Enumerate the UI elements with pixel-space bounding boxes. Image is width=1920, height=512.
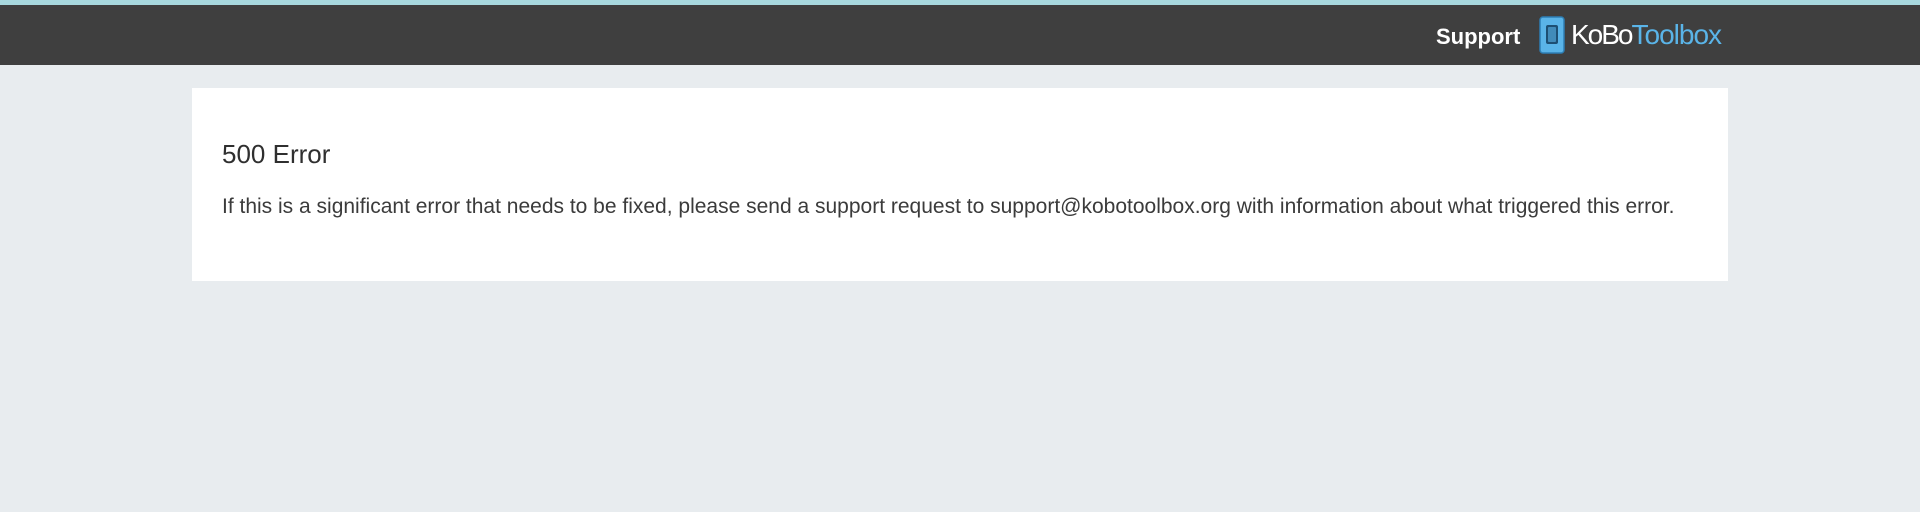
error-title: 500 Error: [222, 139, 331, 169]
logo-text-kobo: KoBo: [1571, 19, 1633, 50]
kobo-device-icon: [1539, 16, 1565, 54]
logo-text-toolbox: Toolbox: [1631, 19, 1723, 50]
error-card: 500 Error If this is a significant error…: [192, 88, 1728, 281]
kobotoolbox-logo[interactable]: KoBo Toolbox: [1539, 14, 1723, 56]
error-message: If this is a significant error that need…: [222, 195, 1675, 218]
top-navigation-bar: Support KoBo Toolbox: [0, 5, 1920, 65]
support-link[interactable]: Support: [1436, 23, 1520, 51]
